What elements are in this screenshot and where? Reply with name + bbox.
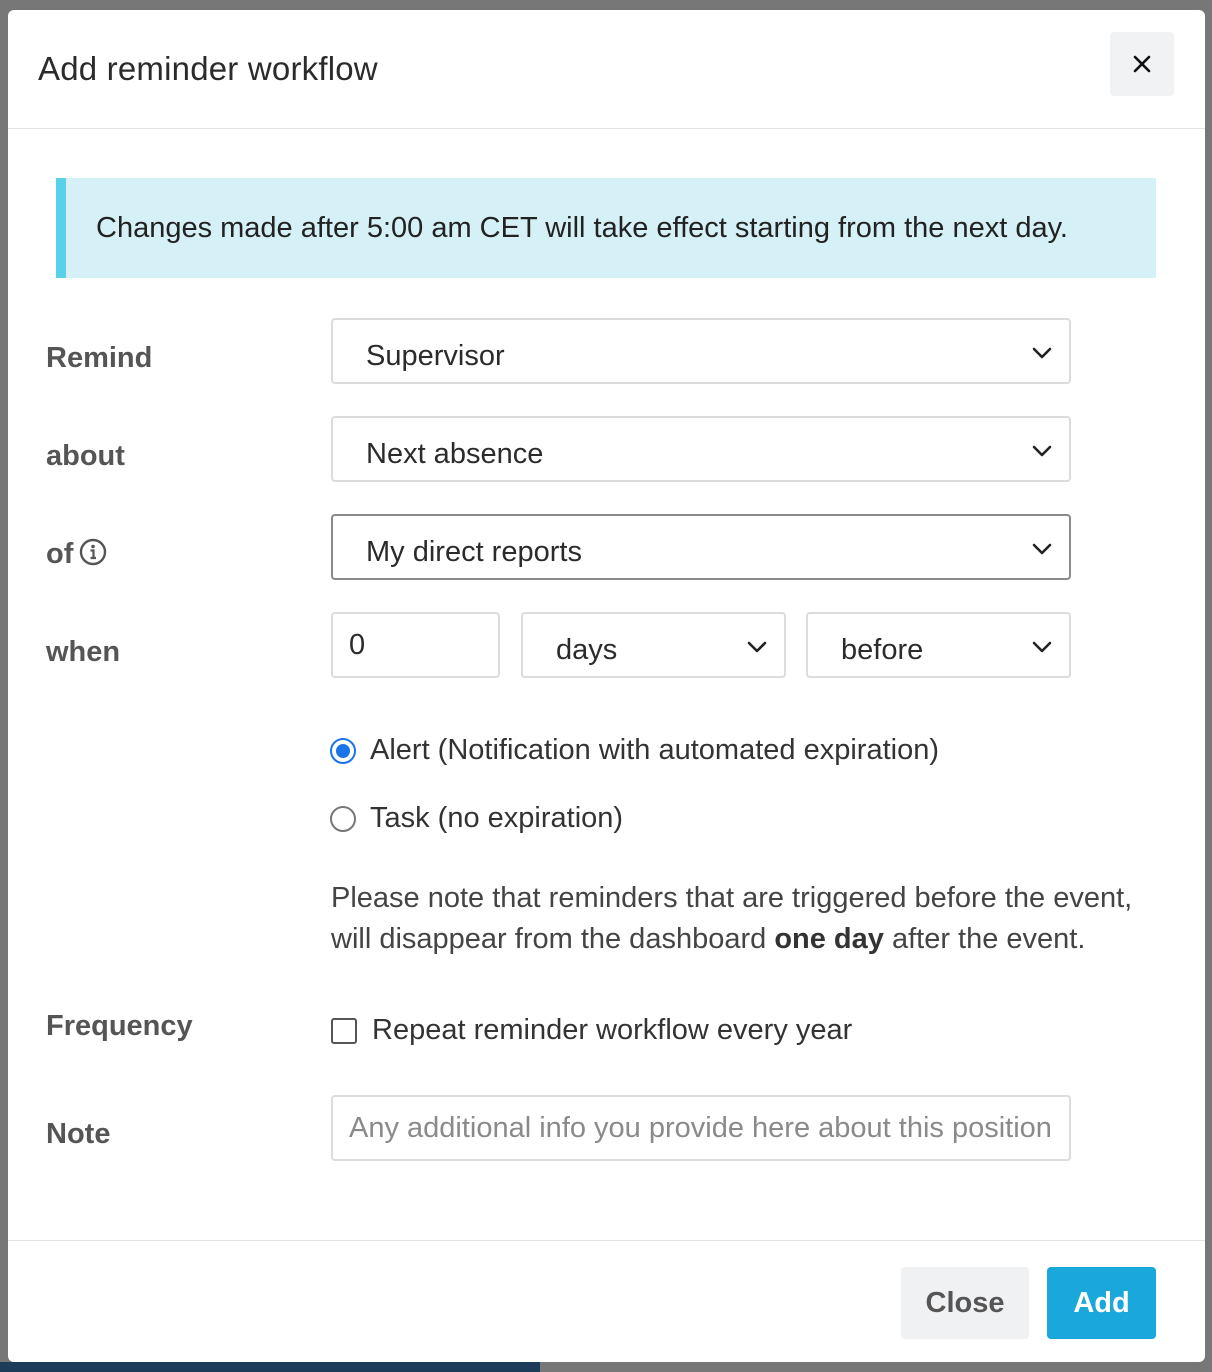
chevron-down-icon (1032, 543, 1052, 555)
alert-radio-label: Alert (Notification with automated expir… (370, 734, 939, 766)
notice-text-bold: one day (774, 923, 884, 955)
dashboard-notice: Please note that reminders that are trig… (331, 878, 1171, 960)
task-radio-label: Task (no expiration) (370, 802, 624, 834)
remind-select[interactable]: Supervisor (331, 318, 1071, 384)
remind-select-value: Supervisor (366, 340, 505, 372)
note-input[interactable] (331, 1095, 1071, 1161)
repeat-yearly-checkbox[interactable] (331, 1017, 357, 1044)
radio-option-alert[interactable]: Alert (Notification with automated expir… (330, 734, 939, 767)
info-banner-text: Changes made after 5:00 am CET will take… (96, 212, 1068, 244)
dialog-header: Add reminder workflow (8, 10, 1205, 129)
of-select[interactable]: My direct reports (331, 514, 1071, 580)
info-banner: Changes made after 5:00 am CET will take… (56, 178, 1156, 278)
of-select-value: My direct reports (366, 536, 582, 568)
when-label: when (46, 636, 121, 668)
reminder-workflow-dialog: Add reminder workflow Changes made after… (8, 10, 1205, 1362)
repeat-yearly-option[interactable]: Repeat reminder workflow every year (331, 1014, 852, 1047)
about-select-value: Next absence (366, 438, 544, 470)
dialog-footer: Close Add (8, 1240, 1205, 1362)
frequency-label: Frequency (46, 1010, 193, 1042)
when-unit-value: days (556, 634, 618, 666)
remind-label: Remind (46, 342, 153, 374)
of-label: of (46, 538, 107, 571)
page-backdrop-bar (0, 1362, 540, 1372)
about-select[interactable]: Next absence (331, 416, 1071, 482)
notice-text-2: after the event. (883, 923, 1086, 955)
when-amount-input[interactable] (331, 612, 500, 678)
add-button[interactable]: Add (1047, 1267, 1156, 1339)
close-icon (1133, 55, 1151, 73)
task-radio[interactable] (330, 805, 356, 832)
about-label: about (46, 440, 125, 472)
chevron-down-icon (1032, 445, 1052, 457)
when-relation-value: before (841, 634, 924, 666)
when-unit-select[interactable]: days (521, 612, 786, 678)
when-relation-select[interactable]: before (806, 612, 1071, 678)
chevron-down-icon (747, 641, 767, 653)
repeat-yearly-label: Repeat reminder workflow every year (372, 1014, 853, 1046)
info-icon[interactable] (79, 538, 107, 566)
alert-radio[interactable] (330, 737, 356, 764)
chevron-down-icon (1032, 641, 1052, 653)
dialog-close-button[interactable] (1110, 32, 1174, 96)
radio-option-task[interactable]: Task (no expiration) (330, 802, 623, 835)
of-label-text: of (46, 538, 74, 570)
dialog-title: Add reminder workflow (38, 50, 378, 87)
close-button[interactable]: Close (901, 1267, 1029, 1339)
note-label: Note (46, 1118, 111, 1150)
chevron-down-icon (1032, 347, 1052, 359)
